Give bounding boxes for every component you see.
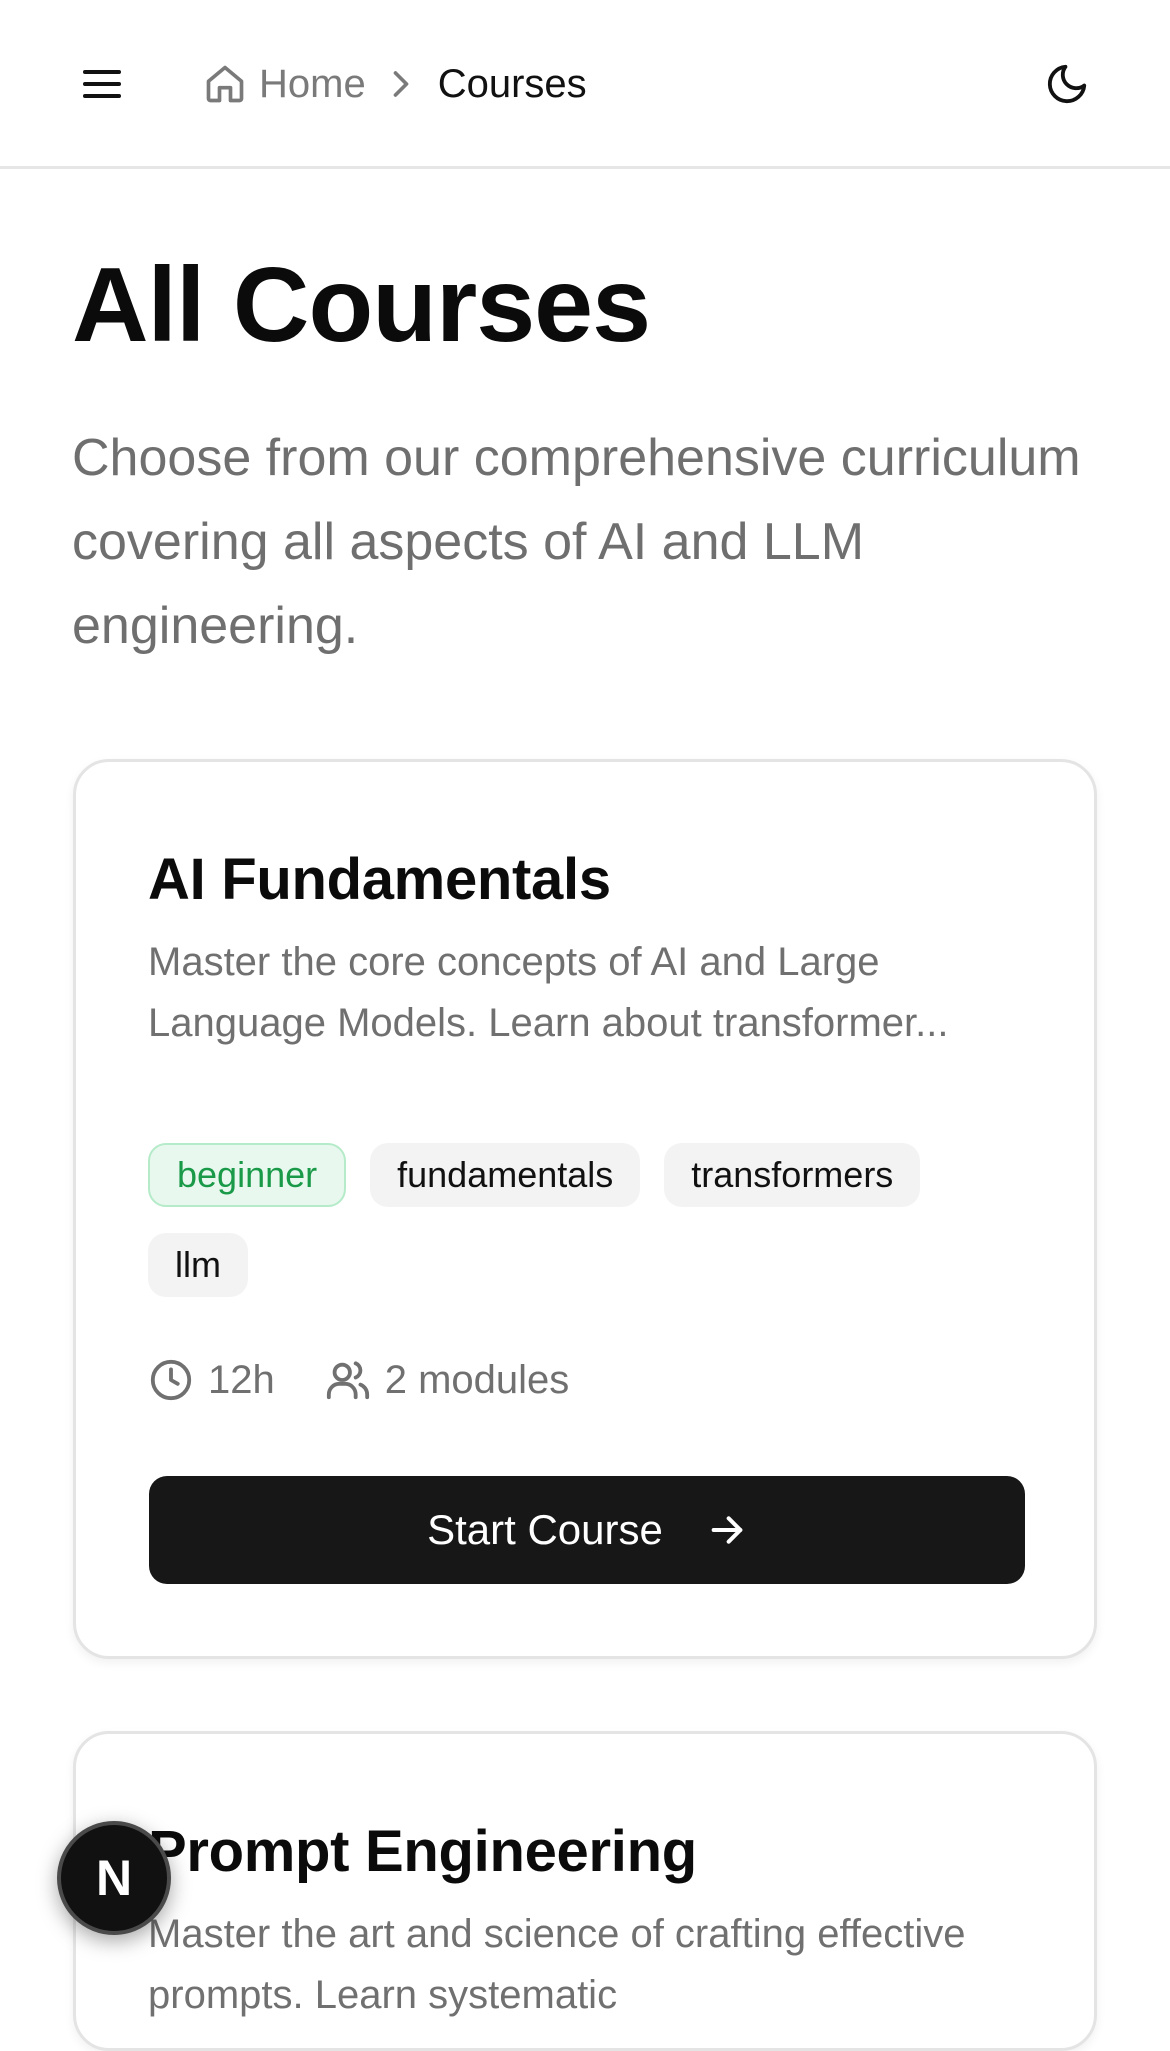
course-title: Prompt Engineering xyxy=(148,1819,697,1884)
tag: fundamentals xyxy=(370,1143,641,1207)
page-description: Choose from our comprehensive curriculum… xyxy=(72,429,1081,655)
course-duration: 12h xyxy=(148,1357,275,1403)
home-icon xyxy=(206,65,244,103)
top-bar: Home Courses xyxy=(0,0,1170,169)
course-title: AI Fundamentals xyxy=(148,847,611,912)
tag: transformers xyxy=(664,1143,921,1207)
course-card: Prompt Engineering Master the art and sc… xyxy=(73,1731,1097,2051)
menu-button[interactable] xyxy=(70,52,134,116)
theme-toggle-button[interactable] xyxy=(1035,52,1099,116)
tag: llm xyxy=(148,1233,248,1297)
arrow-right-icon xyxy=(711,1516,743,1544)
level-badge: beginner xyxy=(148,1143,347,1207)
course-description: Master the core concepts of AI and Large… xyxy=(148,940,949,1045)
badge-letter: N xyxy=(95,1850,133,1906)
start-course-label: Start Course xyxy=(427,1506,663,1553)
course-card: AI Fundamentals Master the core concepts… xyxy=(73,759,1097,1659)
course-tags: beginner fundamentals transformers llm xyxy=(148,1143,1028,1297)
course-description: Master the art and science of crafting e… xyxy=(148,1912,966,2017)
chevron-right-icon xyxy=(390,69,412,99)
breadcrumb-home-link[interactable]: Home xyxy=(203,61,366,107)
moon-icon xyxy=(1047,64,1087,104)
breadcrumb-current: Courses xyxy=(437,61,587,106)
users-icon xyxy=(326,1361,369,1400)
clock-icon xyxy=(150,1359,192,1401)
nextjs-dev-badge[interactable]: N xyxy=(57,1821,171,1935)
page-title: All Courses xyxy=(72,246,651,364)
start-course-button[interactable]: Start Course xyxy=(149,1476,1025,1584)
hamburger-menu-icon xyxy=(83,70,121,98)
duration-text: 12h xyxy=(208,1357,275,1402)
course-meta: 12h 2 modules xyxy=(148,1350,569,1410)
course-modules: 2 modules xyxy=(325,1357,570,1403)
breadcrumb: Home Courses xyxy=(203,52,587,116)
breadcrumb-home-label: Home xyxy=(259,61,366,106)
modules-text: 2 modules xyxy=(384,1357,570,1402)
